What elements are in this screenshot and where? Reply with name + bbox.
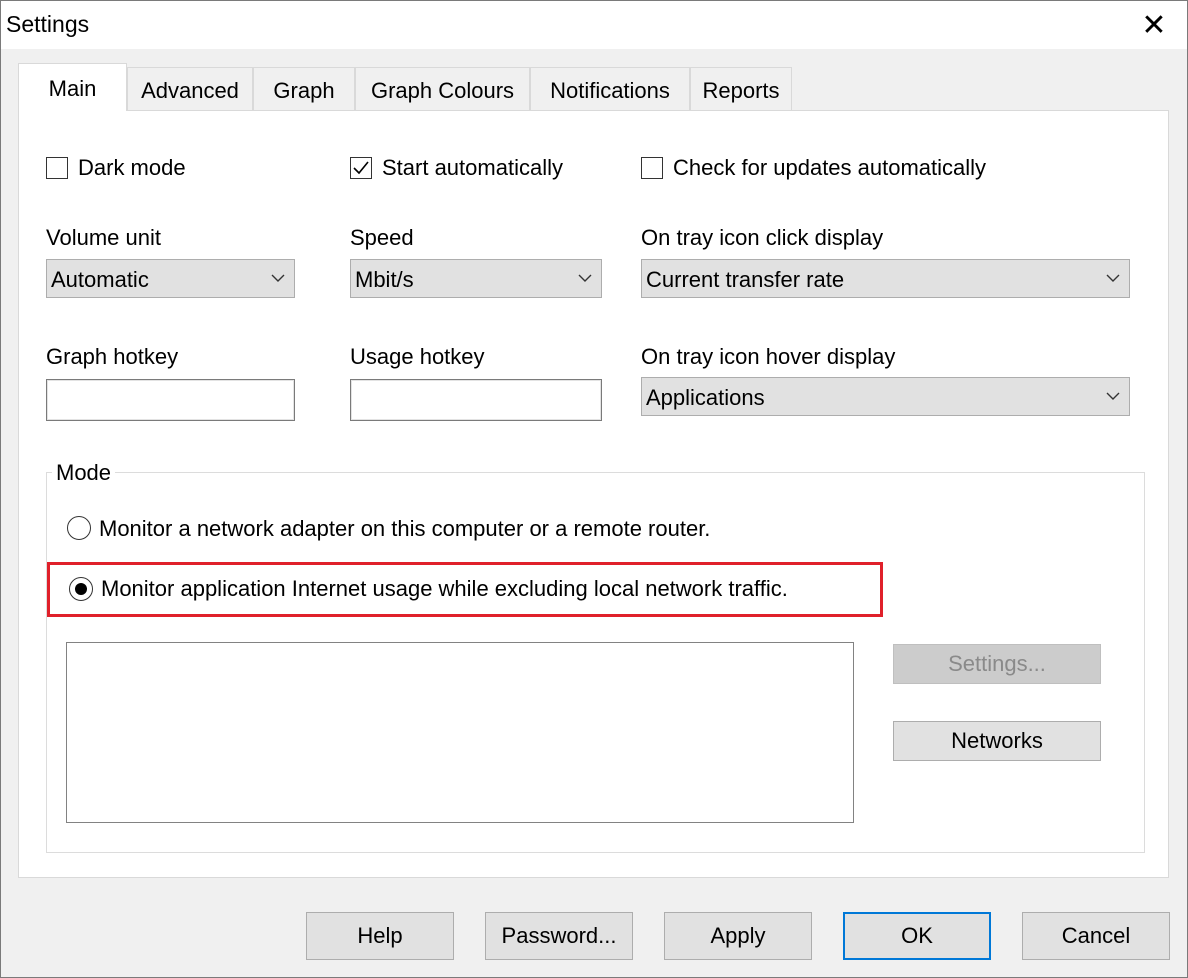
window-title: Settings bbox=[6, 11, 90, 37]
tab-label: Reports bbox=[702, 78, 780, 103]
cancel-button[interactable]: Cancel bbox=[1022, 912, 1170, 960]
networks-button[interactable]: Networks bbox=[893, 721, 1101, 761]
start-automatically-checkbox[interactable] bbox=[350, 157, 372, 179]
monitor-adapter-radio[interactable] bbox=[67, 516, 91, 540]
tray-hover-label: On tray icon hover display bbox=[641, 344, 896, 369]
tab-label: Notifications bbox=[550, 78, 670, 103]
main-tab-panel: Dark mode Start automatically Check for … bbox=[18, 110, 1169, 878]
tray-click-value: Current transfer rate bbox=[646, 267, 845, 292]
monitor-application-radio[interactable] bbox=[69, 577, 93, 601]
tray-click-label: On tray icon click display bbox=[641, 225, 884, 250]
dark-mode-label: Dark mode bbox=[78, 155, 186, 180]
tab-label: Graph bbox=[273, 78, 335, 103]
tab-graph-colours[interactable]: Graph Colours bbox=[355, 67, 530, 110]
chevron-down-icon bbox=[271, 274, 285, 282]
check-updates-checkbox[interactable] bbox=[641, 157, 663, 179]
radio-selected-dot bbox=[75, 583, 87, 595]
tray-hover-value: Applications bbox=[646, 385, 765, 410]
tab-label: Advanced bbox=[141, 78, 239, 103]
chevron-down-icon bbox=[1106, 392, 1120, 400]
settings-window: Settings ✕ Main Advanced Graph Graph Col… bbox=[0, 0, 1188, 978]
dark-mode-checkbox[interactable] bbox=[46, 157, 68, 179]
tray-click-select[interactable]: Current transfer rate bbox=[641, 259, 1130, 298]
speed-select[interactable]: Mbit/s bbox=[350, 259, 602, 298]
monitor-application-label: Monitor application Internet usage while… bbox=[101, 576, 788, 601]
volume-unit-label: Volume unit bbox=[46, 225, 161, 250]
close-icon: ✕ bbox=[1141, 8, 1167, 42]
mode-settings-button[interactable]: Settings... bbox=[893, 644, 1101, 684]
apply-button[interactable]: Apply bbox=[664, 912, 812, 960]
usage-hotkey-label: Usage hotkey bbox=[350, 344, 485, 369]
check-updates-label: Check for updates automatically bbox=[673, 155, 987, 180]
help-button[interactable]: Help bbox=[306, 912, 454, 960]
mode-legend: Mode bbox=[52, 460, 116, 486]
checkmark-icon bbox=[353, 161, 369, 175]
password-button[interactable]: Password... bbox=[485, 912, 633, 960]
tab-notifications[interactable]: Notifications bbox=[530, 67, 690, 110]
graph-hotkey-input[interactable] bbox=[46, 379, 295, 421]
close-button[interactable]: ✕ bbox=[1121, 1, 1187, 49]
tray-hover-select[interactable]: Applications bbox=[641, 377, 1130, 416]
speed-value: Mbit/s bbox=[355, 267, 414, 292]
title-bar: Settings ✕ bbox=[1, 1, 1187, 49]
tab-label: Main bbox=[48, 76, 97, 101]
ok-button[interactable]: OK bbox=[843, 912, 991, 960]
volume-unit-value: Automatic bbox=[51, 267, 149, 292]
monitor-adapter-label: Monitor a network adapter on this comput… bbox=[99, 516, 711, 541]
chevron-down-icon bbox=[578, 274, 592, 282]
tab-label: Graph Colours bbox=[370, 78, 515, 103]
graph-hotkey-label: Graph hotkey bbox=[46, 344, 179, 369]
start-automatically-label: Start automatically bbox=[382, 155, 563, 180]
speed-label: Speed bbox=[350, 225, 414, 250]
tab-main[interactable]: Main bbox=[18, 63, 127, 111]
chevron-down-icon bbox=[1106, 274, 1120, 282]
volume-unit-select[interactable]: Automatic bbox=[46, 259, 295, 298]
networks-listbox[interactable] bbox=[66, 642, 854, 823]
tab-reports[interactable]: Reports bbox=[690, 67, 792, 110]
usage-hotkey-input[interactable] bbox=[350, 379, 602, 421]
tab-advanced[interactable]: Advanced bbox=[127, 67, 253, 110]
tab-graph[interactable]: Graph bbox=[253, 67, 355, 110]
